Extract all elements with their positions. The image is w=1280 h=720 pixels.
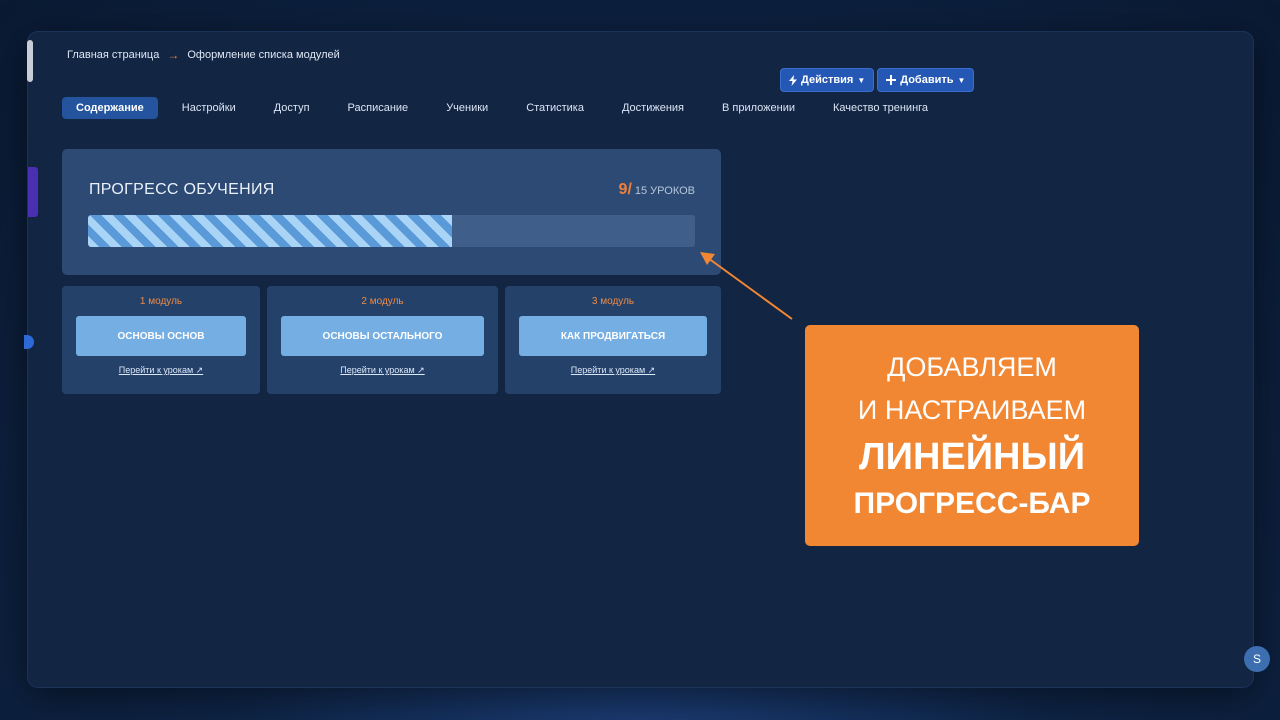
callout-arrow-icon (700, 252, 793, 320)
